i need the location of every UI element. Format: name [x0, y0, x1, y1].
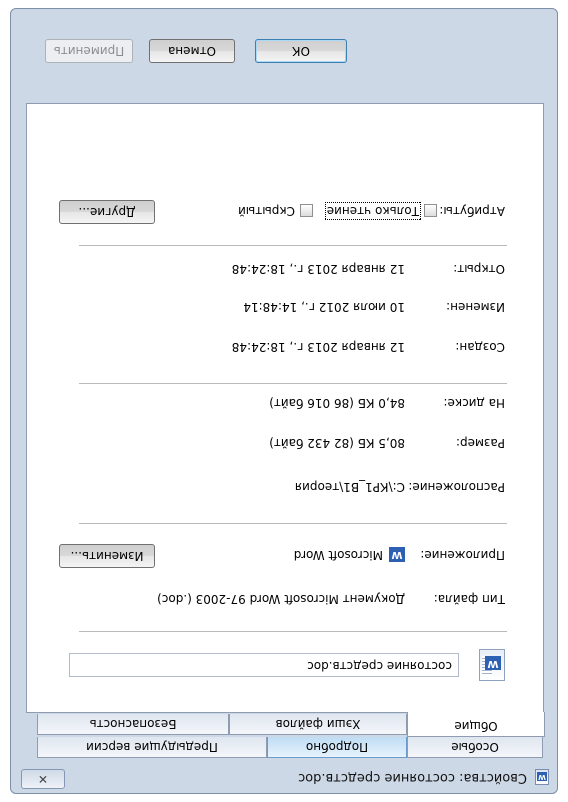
- app-label: Приложение:: [420, 548, 505, 562]
- modified-label: Изменен:: [446, 300, 505, 314]
- tab-previous-versions[interactable]: Предыдущие версии: [37, 737, 267, 758]
- other-attributes-button[interactable]: Другие...: [59, 200, 155, 224]
- word-logo-icon: W: [485, 656, 501, 670]
- created-label: Создан:: [455, 340, 505, 354]
- separator: [79, 523, 507, 524]
- tab-file-hashes[interactable]: Хэши файлов: [229, 714, 407, 735]
- opened-value: 12 января 2013 г., 18:24:48: [231, 262, 405, 276]
- close-button[interactable]: ✕: [21, 769, 65, 789]
- disk-size-value: 84,0 КБ (86 016 байт): [269, 396, 405, 410]
- file-type-label: Тип файла:: [433, 592, 505, 606]
- file-type-value: Документ Microsoft Word 97-2003 (.doc): [157, 592, 405, 606]
- separator: [79, 383, 507, 384]
- file-name-input[interactable]: состояние средств.doc: [69, 653, 459, 677]
- disk-size-label: На диске:: [443, 396, 505, 410]
- location-label: Расположение:: [408, 480, 505, 494]
- tab-special[interactable]: Особые: [407, 737, 543, 758]
- opened-label: Открыт:: [453, 262, 505, 276]
- microsoft-word-icon: W: [389, 547, 405, 562]
- hidden-checkbox[interactable]: [300, 204, 313, 217]
- separator: [79, 631, 507, 632]
- size-label: Размер:: [455, 436, 505, 450]
- tab-details[interactable]: Подробно: [267, 737, 407, 758]
- word-document-icon: [535, 769, 549, 785]
- title-bar[interactable]: Свойства: состояние средств.doc ✕: [11, 763, 557, 793]
- hidden-label[interactable]: Скрытый: [238, 204, 295, 218]
- window-title: Свойства: состояние средств.doc: [298, 770, 527, 785]
- readonly-checkbox[interactable]: [424, 204, 437, 217]
- general-tab-panel: W состояние средств.doc Тип файла: Докум…: [26, 103, 544, 713]
- tab-security[interactable]: Безопасность: [37, 714, 229, 735]
- word-file-icon: W: [479, 649, 505, 681]
- ok-button[interactable]: ОК: [255, 39, 347, 63]
- attributes-label: Атрибуты:: [439, 204, 505, 218]
- app-value: Microsoft Word: [293, 548, 383, 562]
- readonly-label[interactable]: Только чтение: [324, 202, 422, 220]
- separator: [79, 245, 507, 246]
- modified-value: 10 июля 2012 г., 14:48:14: [243, 300, 405, 314]
- properties-window: Свойства: состояние средств.doc ✕ Особые…: [10, 8, 558, 794]
- location-value: C:\КР1_В1\теория: [294, 480, 405, 494]
- size-value: 80,5 КБ (82 432 байт): [269, 436, 405, 450]
- created-value: 12 января 2013 г., 18:24:48: [231, 340, 405, 354]
- apply-button[interactable]: Применить: [45, 39, 133, 63]
- cancel-button[interactable]: Отмена: [149, 39, 235, 63]
- tab-general[interactable]: Общие: [407, 712, 545, 737]
- change-app-button[interactable]: Изменить...: [59, 544, 155, 568]
